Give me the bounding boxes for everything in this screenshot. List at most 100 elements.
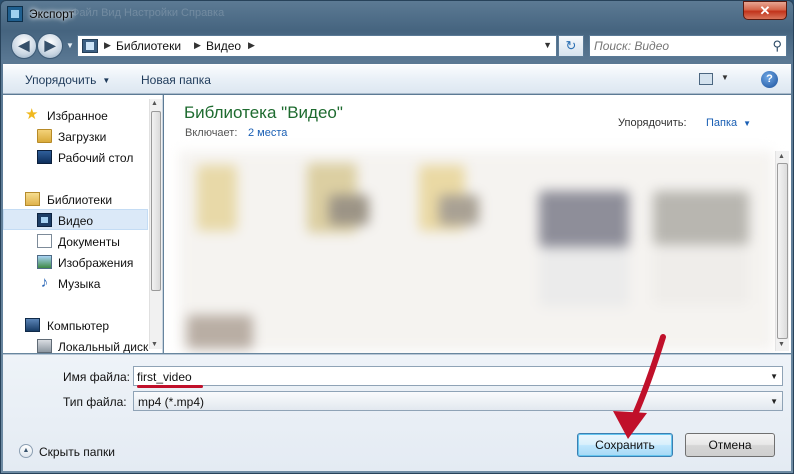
documents-icon bbox=[37, 234, 52, 248]
includes-label: Включает: bbox=[185, 127, 238, 139]
filetype-dropdown-icon[interactable]: ▼ bbox=[770, 397, 778, 406]
chevron-down-icon: ▼ bbox=[102, 76, 111, 85]
sidebar-item-label: Загрузки bbox=[58, 130, 107, 144]
sidebar-item-label: Компьютер bbox=[47, 319, 110, 333]
video-thumbnail[interactable] bbox=[653, 249, 749, 305]
annotation-underline bbox=[137, 385, 203, 388]
command-toolbar: Упорядочить ▼ Новая папка ▼ ? bbox=[3, 64, 791, 94]
sidebar-item-music[interactable]: ♪ Музыка bbox=[3, 273, 148, 294]
title-bar: Экспорт Файл Вид Настройки Справка ✕ bbox=[1, 1, 793, 27]
breadcrumb-separator-icon[interactable]: ▶ bbox=[194, 40, 201, 51]
background-menu-text: Файл Вид Настройки Справка bbox=[71, 7, 225, 19]
navigation-pane: ★ Избранное Загрузки Рабочий стол Библио… bbox=[3, 95, 163, 353]
sidebar-item-label: Рабочий стол bbox=[58, 151, 134, 165]
blurred-file-thumbnails bbox=[179, 151, 773, 351]
desktop-icon bbox=[37, 150, 52, 164]
sidebar-scroll-thumb[interactable] bbox=[151, 111, 161, 291]
sidebar-item-label: Видео bbox=[58, 214, 94, 228]
star-icon: ★ bbox=[25, 106, 39, 123]
new-folder-button[interactable]: Новая папка bbox=[141, 73, 211, 87]
recent-pages-dropdown-icon[interactable]: ▼ bbox=[66, 41, 74, 50]
video-library-icon bbox=[82, 39, 98, 53]
scroll-down-icon[interactable]: ▼ bbox=[778, 341, 785, 348]
filetype-value: mp4 (*.mp4) bbox=[138, 395, 205, 409]
breadcrumb-separator-icon[interactable]: ▶ bbox=[248, 40, 255, 51]
video-thumbnail[interactable] bbox=[539, 247, 629, 307]
breadcrumb-separator-icon[interactable]: ▶ bbox=[104, 40, 111, 51]
help-icon[interactable]: ? bbox=[761, 71, 778, 88]
filetype-select[interactable]: mp4 (*.mp4) ▼ bbox=[133, 391, 783, 411]
save-options-panel: Имя файла: ▼ Тип файла: mp4 (*.mp4) ▼ ▲ … bbox=[3, 354, 791, 471]
refresh-button[interactable]: ↻ bbox=[558, 35, 584, 57]
library-title: Библиотека "Видео" bbox=[184, 103, 343, 122]
sidebar-item-documents[interactable]: Документы bbox=[3, 231, 148, 252]
arrange-by-value: Папка bbox=[706, 117, 738, 129]
libraries-icon bbox=[25, 192, 40, 206]
sidebar-item-label: Локальный диск bbox=[58, 340, 149, 353]
sidebar-item-computer[interactable]: Компьютер bbox=[3, 315, 148, 336]
window-title: Экспорт bbox=[29, 7, 75, 21]
export-dialog: Экспорт Файл Вид Настройки Справка ✕ ◀ ▶… bbox=[0, 0, 794, 474]
sidebar-item-label: Избранное bbox=[47, 109, 108, 123]
computer-icon bbox=[25, 318, 40, 332]
music-icon: ♪ bbox=[40, 274, 49, 291]
back-arrow-icon: ◀ bbox=[18, 37, 30, 53]
sidebar-item-label: Музыка bbox=[58, 277, 101, 291]
chevron-down-icon: ▼ bbox=[743, 119, 752, 128]
search-input[interactable] bbox=[594, 38, 764, 54]
file-list-pane: Библиотека "Видео" Включает: 2 места Упо… bbox=[164, 95, 791, 353]
downloads-folder-icon bbox=[37, 129, 52, 143]
close-button[interactable]: ✕ bbox=[743, 1, 787, 20]
sidebar-item-label: Библиотеки bbox=[47, 193, 113, 207]
scroll-up-icon[interactable]: ▲ bbox=[151, 100, 158, 107]
sidebar-item-desktop[interactable]: Рабочий стол bbox=[3, 147, 148, 168]
search-icon[interactable]: ⚲ bbox=[772, 38, 782, 54]
forward-button[interactable]: ▶ bbox=[37, 33, 63, 59]
filename-dropdown-icon[interactable]: ▼ bbox=[770, 372, 778, 381]
video-thumbnail[interactable] bbox=[653, 191, 749, 245]
file-list-scroll-thumb[interactable] bbox=[777, 163, 788, 339]
scroll-down-icon[interactable]: ▼ bbox=[151, 341, 158, 348]
sidebar-item-video[interactable]: Видео bbox=[3, 209, 148, 230]
filename-label: Имя файла: bbox=[63, 370, 130, 384]
sidebar-item-favorites[interactable]: ★ Избранное bbox=[3, 105, 148, 126]
filename-input[interactable] bbox=[137, 369, 757, 384]
filetype-label: Тип файла: bbox=[63, 395, 127, 409]
view-options-icon[interactable] bbox=[699, 73, 713, 85]
breadcrumb-libraries[interactable]: Библиотеки bbox=[116, 39, 181, 53]
refresh-icon: ↻ bbox=[565, 38, 577, 53]
save-button[interactable]: Сохранить bbox=[577, 433, 673, 457]
sidebar-item-label: Изображения bbox=[58, 256, 134, 270]
chevron-up-icon[interactable]: ▲ bbox=[19, 444, 33, 458]
includes-locations-link[interactable]: 2 места bbox=[248, 127, 287, 139]
search-box[interactable]: ⚲ bbox=[589, 35, 787, 57]
forward-arrow-icon: ▶ bbox=[44, 37, 56, 53]
organize-menu-button[interactable]: Упорядочить ▼ bbox=[25, 73, 110, 87]
sidebar-item-label: Документы bbox=[58, 235, 120, 249]
back-button[interactable]: ◀ bbox=[11, 33, 37, 59]
video-thumbnail[interactable] bbox=[439, 195, 479, 225]
breadcrumb-video[interactable]: Видео bbox=[206, 39, 241, 53]
address-history-dropdown-icon[interactable]: ▼ bbox=[543, 40, 552, 50]
app-icon bbox=[7, 6, 23, 22]
cancel-button[interactable]: Отмена bbox=[685, 433, 775, 457]
video-thumbnail[interactable] bbox=[539, 191, 629, 247]
sidebar-item-local-disk[interactable]: Локальный диск bbox=[3, 336, 148, 353]
pictures-icon bbox=[37, 255, 52, 269]
scroll-up-icon[interactable]: ▲ bbox=[778, 153, 785, 160]
sidebar-item-pictures[interactable]: Изображения bbox=[3, 252, 148, 273]
local-disk-icon bbox=[37, 339, 52, 353]
sidebar-item-libraries[interactable]: Библиотеки bbox=[3, 189, 148, 210]
filename-combobox[interactable]: ▼ bbox=[133, 366, 783, 386]
video-thumbnail[interactable] bbox=[187, 315, 253, 349]
address-bar[interactable]: ▶ Библиотеки ▶ Видео ▶ ▼ bbox=[77, 35, 557, 57]
video-icon bbox=[37, 213, 52, 227]
arrange-by-label: Упорядочить: bbox=[618, 117, 687, 129]
view-dropdown-icon[interactable]: ▼ bbox=[721, 73, 729, 82]
video-thumbnail[interactable] bbox=[329, 195, 369, 225]
organize-label: Упорядочить bbox=[25, 73, 97, 87]
sidebar-item-downloads[interactable]: Загрузки bbox=[3, 126, 148, 147]
arrange-by-dropdown[interactable]: Папка ▼ bbox=[706, 117, 751, 129]
video-thumbnail[interactable] bbox=[197, 165, 237, 231]
hide-folders-button[interactable]: Скрыть папки bbox=[39, 445, 115, 459]
